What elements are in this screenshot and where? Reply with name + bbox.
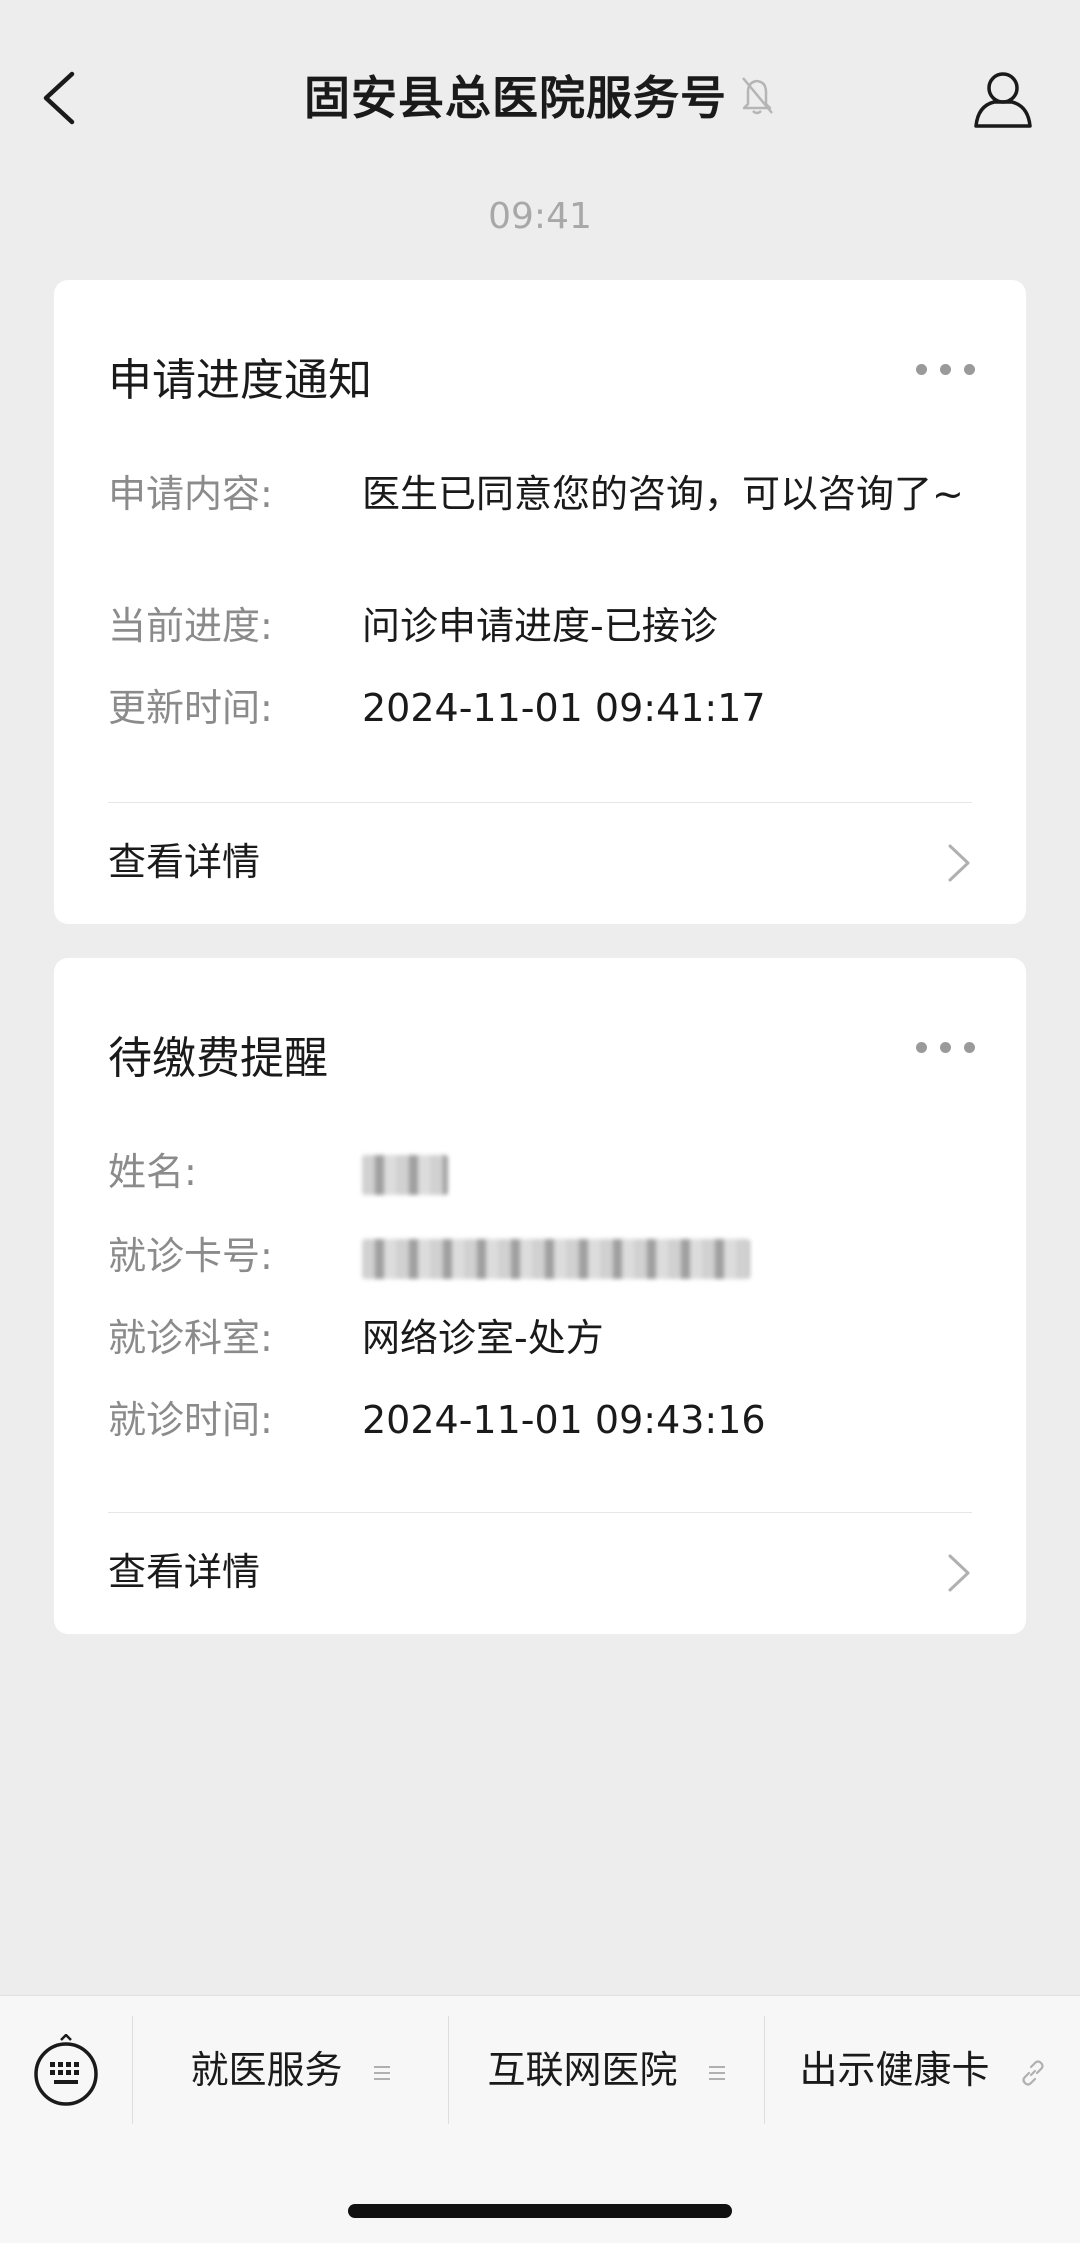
title-container: 固安县总医院服务号: [0, 62, 1080, 128]
divider: [108, 802, 972, 803]
row-value: 2024-11-01 09:43:16: [362, 1398, 766, 1442]
menu-item-health-card[interactable]: 出示健康卡: [765, 2040, 1080, 2100]
notification-card-application: 申请进度通知 申请内容: 医生已同意您的咨询，可以咨询了~ 当前进度: 问诊申请…: [54, 280, 1026, 924]
row-label: 姓名:: [108, 1150, 197, 1194]
row-label: 就诊科室:: [108, 1316, 273, 1360]
menu-lines-icon: [373, 2065, 390, 2080]
message-timestamp: 09:41: [488, 196, 592, 237]
row-value: 2024-11-01 09:41:17: [362, 686, 766, 730]
person-icon[interactable]: [972, 68, 1034, 130]
keyboard-icon[interactable]: [30, 2034, 102, 2106]
redacted-name: [362, 1154, 448, 1195]
divider: [108, 1512, 972, 1513]
view-details-link[interactable]: 查看详情: [108, 832, 972, 892]
link-icon: [1021, 2059, 1044, 2086]
view-details-link[interactable]: 查看详情: [108, 1542, 972, 1602]
row-label: 就诊卡号:: [108, 1234, 273, 1278]
page-title: 固安县总医院服务号: [303, 71, 727, 125]
row-value-redacted: [362, 1230, 972, 1282]
menu-item-label: 互联网医院: [487, 2048, 678, 2092]
redacted-card-number: [362, 1238, 750, 1279]
row-value-redacted: [362, 1146, 972, 1198]
bell-off-icon: [742, 77, 774, 115]
more-options-icon[interactable]: [916, 364, 976, 378]
row-value: 问诊申请进度-已接诊: [362, 604, 718, 648]
view-details-label: 查看详情: [108, 840, 261, 884]
card-title: 待缴费提醒: [108, 1033, 328, 1084]
menu-lines-icon: [708, 2065, 725, 2080]
row-label: 更新时间:: [108, 686, 273, 730]
menu-item-medical-services[interactable]: 就医服务: [133, 2040, 448, 2100]
notification-card-payment: 待缴费提醒 姓名: 就诊卡号: 就诊科室: 网络诊室-处方 就诊时间: 2024…: [54, 958, 1026, 1634]
menu-item-label: 就医服务: [190, 2048, 343, 2092]
row-value: 医生已同意您的咨询，可以咨询了~: [362, 472, 964, 516]
more-options-icon[interactable]: [916, 1042, 976, 1056]
menu-item-internet-hospital[interactable]: 互联网医院: [449, 2040, 764, 2100]
chevron-right-icon: [948, 844, 970, 882]
row-label: 当前进度:: [108, 604, 273, 648]
card-title: 申请进度通知: [108, 355, 372, 406]
row-label: 申请内容:: [108, 472, 273, 516]
chevron-right-icon: [948, 1554, 970, 1592]
menu-item-label: 出示健康卡: [799, 2048, 990, 2092]
row-label: 就诊时间:: [108, 1398, 273, 1442]
card-row: 申请内容: 医生已同意您的咨询，可以咨询了~: [108, 468, 972, 572]
home-indicator[interactable]: [348, 2204, 732, 2218]
chat-header: 固安县总医院服务号: [0, 0, 1080, 190]
view-details-label: 查看详情: [108, 1550, 261, 1594]
row-value: 网络诊室-处方: [362, 1316, 604, 1360]
